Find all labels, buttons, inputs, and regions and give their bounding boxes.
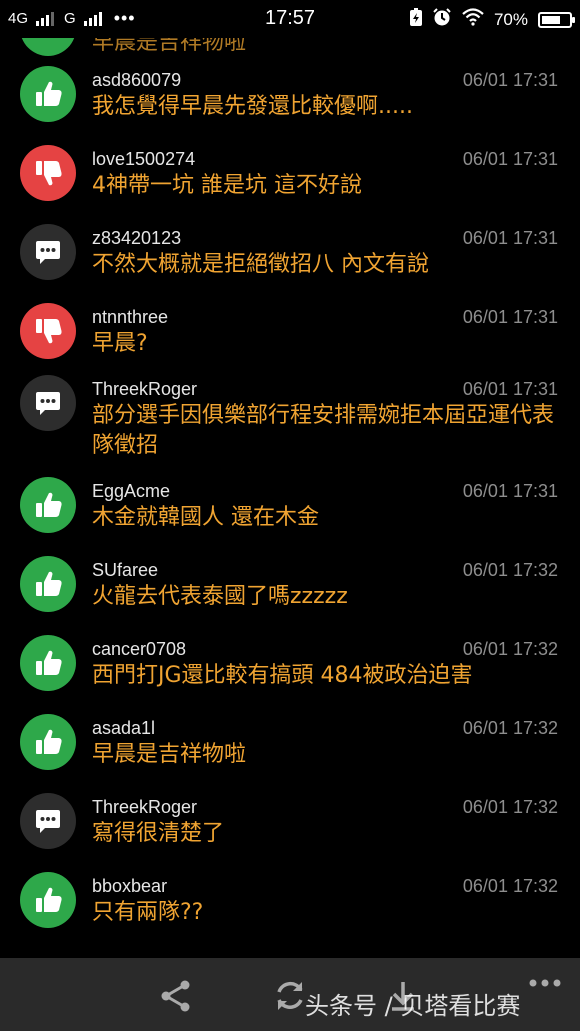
comment-timestamp: 06/01 17:31 [462, 379, 558, 399]
thumbs-up-icon [20, 477, 76, 533]
comment-username[interactable]: ntnnthree [92, 307, 168, 328]
wifi-icon [462, 8, 484, 31]
thumbs-up-icon [20, 714, 76, 770]
more-dots-icon[interactable] [528, 974, 564, 993]
comment-text: 部分選手因俱樂部行程安排需婉拒本屆亞運代表隊徵招 [92, 403, 555, 458]
comment-username[interactable]: EggAcme [92, 481, 170, 502]
comment-username[interactable]: SUfaree [92, 560, 158, 581]
comment-text: 西門打JG還比較有搞頭 484被政治迫害 [92, 663, 473, 688]
comment-timestamp: 06/01 17:31 [462, 481, 558, 501]
battery-icon [538, 11, 575, 28]
comment-timestamp: 06/01 17:31 [462, 307, 558, 327]
alarm-icon [432, 7, 452, 32]
comment-text: 不然大概就是拒絕徵招八 內文有說 [92, 252, 429, 277]
comment-timestamp: 06/01 17:31 [462, 70, 558, 90]
battery-percent: 70% [493, 9, 528, 29]
comment-timestamp: 06/01 17:31 [462, 149, 558, 169]
comment-username[interactable]: bboxbear [92, 876, 167, 897]
comment-username[interactable]: ThreekRoger [92, 797, 197, 818]
comment-username[interactable]: asada1l [92, 718, 155, 739]
comment-text: 寫得很清楚了 [92, 821, 225, 846]
thumbs-up-icon [20, 556, 76, 612]
comment-text: 我怎覺得早晨先發還比較優啊..... [92, 94, 413, 119]
comment-text: 木金就韓國人 還在木金 [92, 505, 319, 530]
comment-text: 4神帶一坑 誰是坑 這不好說 [92, 173, 362, 198]
thumbs-up-icon [20, 38, 76, 56]
speech-bubble-icon [20, 793, 76, 849]
speech-bubble-icon [20, 224, 76, 280]
comment-username[interactable]: ThreekRoger [92, 379, 197, 400]
thumbs-up-icon [20, 635, 76, 691]
comment-text: 火龍去代表泰國了嗎zzzzz [92, 584, 348, 609]
comment-list[interactable]: 早晨是吉祥物啦 asd860079 06/01 17:31 我怎覺得早晨先發還比較優… [0, 38, 580, 958]
comment-username[interactable]: love1500274 [92, 149, 195, 170]
share-icon[interactable] [158, 978, 194, 1018]
comment-username[interactable]: asd860079 [92, 70, 181, 91]
thumbs-down-icon [20, 303, 76, 359]
refresh-icon[interactable] [272, 978, 308, 1018]
comment-username[interactable]: z83420123 [92, 228, 181, 249]
comment-timestamp: 06/01 17:32 [462, 797, 558, 817]
watermark: 头条号 / 贝塔看比赛 [305, 992, 521, 1020]
comment-timestamp: 06/01 17:32 [462, 639, 558, 659]
thumbs-down-icon [20, 145, 76, 201]
comment-text: 早晨? [92, 331, 148, 356]
comment-timestamp: 06/01 17:31 [462, 228, 558, 248]
partial-comment-text: 早晨是吉祥物啦 [92, 38, 247, 55]
thumbs-up-icon [20, 872, 76, 928]
status-bar: 4G G ••• 17:57 70% [0, 0, 580, 38]
speech-bubble-icon [20, 375, 76, 431]
comment-text: 早晨是吉祥物啦 [92, 742, 247, 767]
comment-timestamp: 06/01 17:32 [462, 560, 558, 580]
comment-timestamp: 06/01 17:32 [462, 876, 558, 896]
comment-timestamp: 06/01 17:32 [462, 718, 558, 738]
thumbs-up-icon [20, 66, 76, 122]
comment-username[interactable]: cancer0708 [92, 639, 186, 660]
comment-text: 只有兩隊?? [92, 900, 204, 925]
battery-saver-icon [409, 8, 422, 31]
